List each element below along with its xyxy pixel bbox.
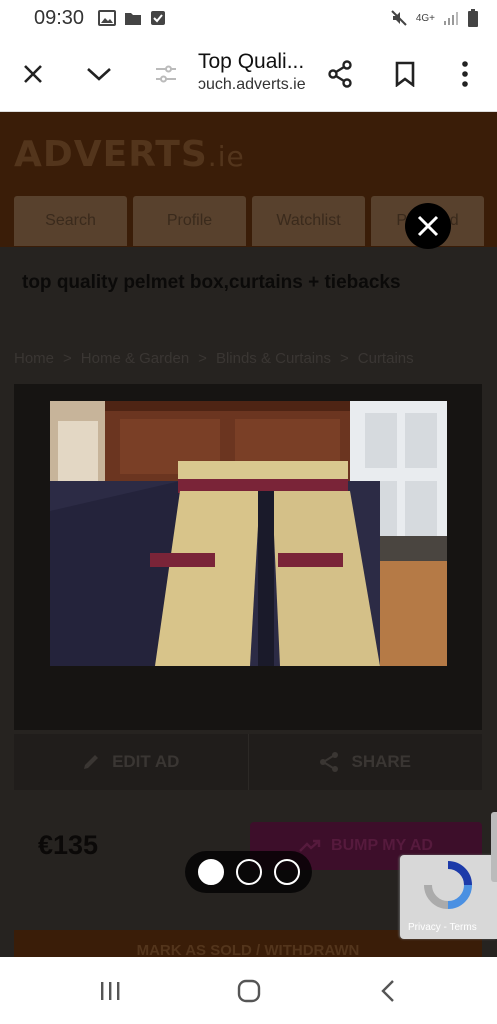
system-icons: 4G+ [390, 9, 479, 27]
pencil-icon [84, 755, 99, 769]
edit-ad-label: EDIT AD [112, 752, 180, 771]
breadcrumb: Home > Home & Garden > Blinds & Curtains… [14, 350, 414, 367]
status-time: 09:30 [34, 6, 85, 29]
image-notification-icon [98, 10, 117, 26]
breadcrumb-home[interactable]: Home [14, 350, 54, 367]
home-button[interactable] [219, 966, 279, 1016]
logo-suffix: .ie [207, 140, 245, 173]
signal-icon [444, 12, 458, 25]
url-bar[interactable]: Top Quali... ɔuch.adverts.ie [198, 50, 316, 94]
checkbox-notification-icon [151, 11, 166, 25]
lightbox-close-button[interactable] [405, 203, 451, 249]
home-icon [237, 979, 260, 1002]
more-menu-button[interactable] [445, 54, 485, 94]
network-type-label: 4G+ [415, 12, 435, 24]
curtains-photo [50, 401, 447, 666]
breadcrumb-home-garden[interactable]: Home & Garden [81, 350, 189, 367]
image-pager [185, 851, 312, 893]
edit-ad-button[interactable]: EDIT AD [14, 734, 248, 790]
close-icon [24, 65, 42, 83]
notification-icons [98, 10, 166, 26]
ad-title: top quality pelmet box,curtains + tiebac… [22, 272, 401, 293]
pager-dot-3[interactable] [273, 859, 300, 885]
recaptcha-icon [424, 861, 472, 909]
nav-search[interactable]: Search [14, 196, 127, 246]
breadcrumb-blinds-curtains[interactable]: Blinds & Curtains [216, 350, 331, 367]
recaptcha-terms[interactable]: Privacy - Terms [408, 922, 477, 933]
recent-apps-icon [100, 981, 119, 1000]
battery-icon [468, 9, 478, 27]
pager-dot-2[interactable] [235, 859, 262, 885]
share-button[interactable] [320, 54, 360, 94]
screen: 09:30 4G+ Top Quali... ɔuch.adverts.ie A… [0, 0, 497, 1024]
logo-text: ADVERTS [14, 134, 208, 175]
bump-label: BUMP MY AD [331, 837, 433, 854]
trending-up-icon [299, 839, 321, 852]
page-title: Top Quali... [198, 50, 305, 73]
recent-apps-button[interactable] [80, 966, 140, 1016]
back-button[interactable] [358, 966, 418, 1016]
breadcrumb-separator: > [340, 350, 349, 367]
nav-watchlist[interactable]: Watchlist [252, 196, 365, 246]
pager-dot-1[interactable] [197, 859, 224, 885]
browser-toolbar: Top Quali... ɔuch.adverts.ie [0, 36, 497, 112]
breadcrumb-separator: > [198, 350, 207, 367]
page-settings-icon [156, 65, 176, 83]
expand-button[interactable] [79, 54, 119, 94]
nav-profile[interactable]: Profile [133, 196, 246, 246]
share-ad-button[interactable]: SHARE [247, 734, 483, 790]
share-icon [328, 60, 352, 88]
back-icon [380, 979, 394, 1002]
recaptcha-badge[interactable]: Privacy - Terms [400, 855, 497, 939]
adverts-logo[interactable]: ADVERTS.ie [14, 134, 245, 175]
page-settings-button[interactable] [146, 54, 186, 94]
more-vert-icon [462, 61, 468, 87]
folder-notification-icon [125, 13, 142, 25]
status-bar: 09:30 4G+ [0, 0, 497, 36]
ad-actions: EDIT AD SHARE [14, 734, 482, 790]
mute-icon [391, 10, 407, 26]
breadcrumb-separator: > [63, 350, 72, 367]
bookmark-icon [395, 61, 415, 87]
scrollbar-handle[interactable] [491, 812, 497, 882]
close-tab-button[interactable] [13, 54, 53, 94]
share-icon [320, 752, 339, 772]
bookmark-button[interactable] [385, 54, 425, 94]
url-host: ɔuch.adverts.ie [198, 76, 306, 93]
share-ad-label: SHARE [351, 752, 411, 771]
lightbox-photo[interactable] [50, 401, 447, 666]
chevron-down-icon [87, 68, 111, 81]
ad-price: €135 [38, 830, 99, 860]
system-nav-bar [0, 957, 497, 1024]
close-icon [417, 215, 439, 237]
breadcrumb-curtains[interactable]: Curtains [358, 350, 414, 367]
